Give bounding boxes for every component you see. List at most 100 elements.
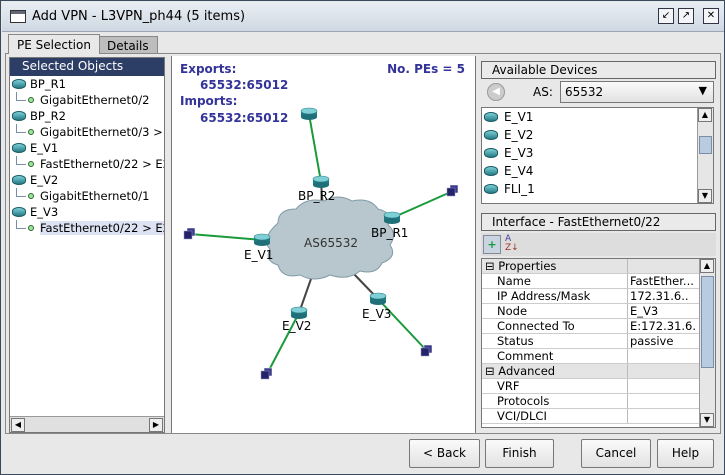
router-label: E_V3	[362, 307, 391, 321]
router-icon	[12, 111, 26, 121]
node-label: E_V3	[30, 205, 59, 219]
property-value[interactable]: passive	[627, 334, 697, 348]
device-item[interactable]: E_V4	[482, 162, 713, 180]
help-button[interactable]: Help	[657, 439, 714, 468]
scroll-down-icon[interactable]: ▼	[698, 189, 712, 203]
scroll-up-icon[interactable]: ▲	[700, 259, 714, 273]
scroll-thumb[interactable]	[701, 276, 714, 368]
cancel-button[interactable]: Cancel	[581, 439, 651, 468]
interface-icon	[28, 225, 34, 231]
scroll-right-icon[interactable]: ▶	[149, 418, 163, 432]
router-icon[interactable]	[312, 175, 330, 188]
property-value[interactable]	[627, 379, 697, 393]
imports-value: 65532:65012	[200, 111, 289, 125]
pc-icon[interactable]	[446, 184, 459, 197]
property-row[interactable]: Name FastEther...	[482, 274, 715, 289]
property-row[interactable]: VCI/DLCI	[482, 409, 715, 424]
tree-interface[interactable]: GigabitEthernet0/2	[10, 92, 164, 108]
property-group[interactable]: ⊟ Properties	[482, 259, 715, 274]
device-item[interactable]: E_V1	[482, 108, 713, 126]
tree-node[interactable]: E_V1	[10, 140, 164, 156]
devices-scrollbar[interactable]: ▲ ▼	[697, 108, 713, 203]
property-table[interactable]: ⊟ Properties Name FastEther... IP Address/M…	[481, 258, 716, 428]
tree-node[interactable]: E_V3	[10, 204, 164, 220]
as-label: AS:	[533, 85, 553, 99]
property-row[interactable]: Node E_V3	[482, 304, 715, 319]
router-icon[interactable]	[290, 306, 308, 319]
maximize-icon[interactable]: ↗	[678, 8, 694, 24]
group-label: ⊟ Advanced	[485, 364, 556, 378]
tree-connector	[16, 124, 26, 133]
cloud-label: AS65532	[304, 236, 358, 250]
available-devices-list[interactable]: E_V1 E_V2 E_V3 E_V4 FLI_1 ▲ ▼	[481, 107, 714, 204]
device-item[interactable]: E_V3	[482, 144, 713, 162]
property-row[interactable]: Comment	[482, 349, 715, 364]
router-icon	[484, 166, 498, 176]
interface-icon	[28, 193, 34, 199]
property-row[interactable]: Protocols	[482, 394, 715, 409]
selected-objects-tree[interactable]: BP_R1 GigabitEthernet0/2 BP_R2 GigabitEth…	[10, 76, 164, 416]
scroll-up-icon[interactable]: ▲	[698, 108, 712, 122]
router-icon[interactable]	[300, 107, 318, 120]
property-value[interactable]	[627, 349, 697, 363]
back-arrow-icon[interactable]: ◀	[487, 83, 505, 101]
access-link	[391, 190, 454, 219]
close-icon[interactable]: ✕	[703, 8, 719, 24]
property-value[interactable]	[627, 394, 697, 408]
property-value[interactable]: E:172.31.6.. .	[627, 319, 697, 333]
tree-node[interactable]: E_V2	[10, 172, 164, 188]
property-row[interactable]: IP Address/Mask 172.31.6..	[482, 289, 715, 304]
node-label: BP_R1	[30, 77, 66, 91]
property-name: VRF	[497, 379, 520, 393]
property-scrollbar[interactable]: ▲ ▼	[699, 259, 715, 427]
property-row[interactable]: Connected To E:172.31.6.. .	[482, 319, 715, 334]
router-icon[interactable]	[383, 211, 401, 224]
window-title: Add VPN - L3VPN_ph44 (5 items)	[32, 9, 246, 24]
property-value[interactable]: 172.31.6..	[627, 289, 697, 303]
as-dropdown[interactable]: 65532 ▼	[560, 81, 714, 103]
pc-icon[interactable]	[183, 227, 196, 240]
device-label: FLI_1	[504, 182, 535, 196]
property-group[interactable]: ⊟ Advanced	[482, 364, 715, 379]
minimize-icon[interactable]: ↙	[658, 8, 674, 24]
tree-interface[interactable]: GigabitEthernet0/3 > P	[10, 124, 164, 140]
group-name: Properties	[498, 259, 557, 273]
property-value[interactable]: E_V3	[627, 304, 697, 318]
router-icon[interactable]	[369, 292, 387, 305]
device-item[interactable]: E_V2	[482, 126, 713, 144]
topology-canvas[interactable]: AS65532 BP_R2 BP_R1 E_V1 E_V2 E_V3 Exports: …	[171, 56, 476, 433]
interface-label: GigabitEthernet0/2	[40, 93, 150, 107]
scroll-left-icon[interactable]: ◀	[11, 418, 25, 432]
interface-icon	[28, 97, 34, 103]
device-item[interactable]: FLI_1	[482, 180, 713, 198]
property-value[interactable]	[627, 409, 697, 423]
scroll-thumb[interactable]	[699, 136, 712, 154]
add-vpn-window: Add VPN - L3VPN_ph44 (5 items) ↙ ↗ ✕ PE …	[0, 0, 725, 475]
property-name: Name	[497, 274, 531, 288]
pc-icon[interactable]	[260, 367, 273, 380]
sort-az-icon[interactable]: A Z↓	[505, 235, 519, 253]
tree-node[interactable]: BP_R2	[10, 108, 164, 124]
tree-node[interactable]: BP_R1	[10, 76, 164, 92]
tab-details[interactable]: Details	[98, 36, 158, 53]
router-icon	[484, 148, 498, 158]
finish-button[interactable]: Finish	[485, 439, 554, 468]
tree-interface[interactable]: FastEthernet0/22 > E2	[10, 220, 164, 236]
back-button[interactable]: < Back	[409, 439, 480, 468]
interface-label: GigabitEthernet0/3 > P	[40, 125, 164, 139]
router-icon	[484, 184, 498, 194]
scroll-down-icon[interactable]: ▼	[700, 413, 714, 427]
tree-connector	[16, 156, 26, 165]
add-property-icon[interactable]: +	[483, 235, 501, 254]
property-row[interactable]: VRF	[482, 379, 715, 394]
property-value[interactable]: FastEther...	[627, 274, 697, 288]
property-row[interactable]: Status passive	[482, 334, 715, 349]
tab-pe-selection[interactable]: PE Selection	[8, 34, 100, 54]
router-label: BP_R2	[298, 189, 335, 203]
tree-interface[interactable]: FastEthernet0/22 > E2	[10, 156, 164, 172]
property-toolbar: + A Z↓	[481, 233, 716, 256]
interface-icon	[28, 129, 34, 135]
tree-interface[interactable]: GigabitEthernet0/1	[10, 188, 164, 204]
horizontal-scrollbar[interactable]: ◀ ▶	[10, 416, 164, 432]
router-icon[interactable]	[253, 233, 271, 246]
